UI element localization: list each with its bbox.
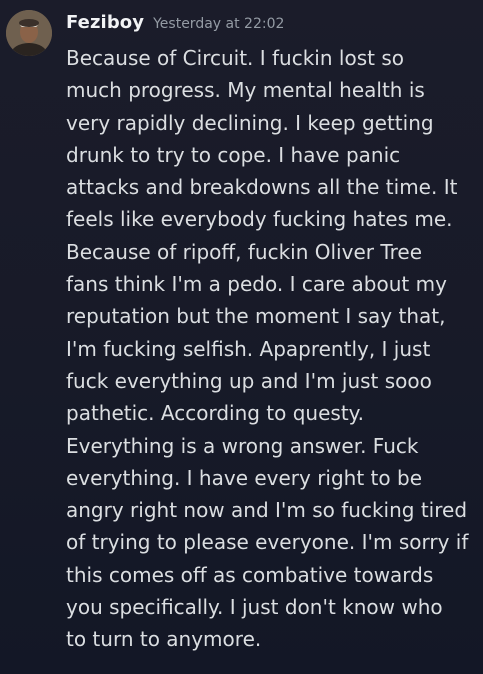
user-avatar[interactable] — [6, 10, 52, 56]
message-line: angry right now and I'm so fucking tired — [66, 498, 468, 523]
message-line: pathetic. According to questy. — [66, 401, 365, 426]
message-line: Because of Circuit. I fuckin lost so — [66, 46, 404, 70]
timestamp[interactable]: Yesterday at 22:02 — [153, 16, 284, 32]
message-line: Because of ripoff, fuckin Oliver Tree — [66, 239, 423, 264]
message-line: you specifically. I just don't know who — [66, 595, 443, 620]
message-line: very rapidly declining. I keep getting — [66, 110, 434, 135]
message-line: attacks and breakdowns all the time. It — [66, 175, 458, 200]
message-line: feels like everybody fucking hates me. — [66, 207, 453, 232]
message-line: reputation but the moment I say that, — [66, 304, 446, 329]
message-line: to turn to anymore. — [66, 627, 262, 652]
message-line: much progress. My mental health is — [66, 78, 425, 103]
message-line: drunk to try to cope. I have panic — [66, 142, 401, 167]
message-line: this comes off as combative towards — [66, 562, 434, 587]
avatar-image — [6, 10, 52, 56]
message-line: fans think I'm a pedo. I care about my — [66, 272, 447, 297]
message-content: Because of Circuit. I fuckin lost so much… — [66, 42, 476, 656]
chat-message: Feziboy Yesterday at 22:02 Because of Ci… — [0, 0, 483, 674]
message-line: of trying to please everyone. I'm sorry … — [66, 530, 469, 555]
message-line: everything. I have every right to be — [66, 465, 422, 490]
message-line: Everything is a wrong answer. Fuck — [66, 433, 419, 458]
username[interactable]: Feziboy — [66, 12, 144, 33]
message-header: Feziboy Yesterday at 22:02 — [66, 12, 284, 38]
message-line: fuck everything up and I'm just sooo — [66, 368, 432, 393]
message-line: I'm fucking selfish. Apaprently, I just — [66, 336, 431, 361]
